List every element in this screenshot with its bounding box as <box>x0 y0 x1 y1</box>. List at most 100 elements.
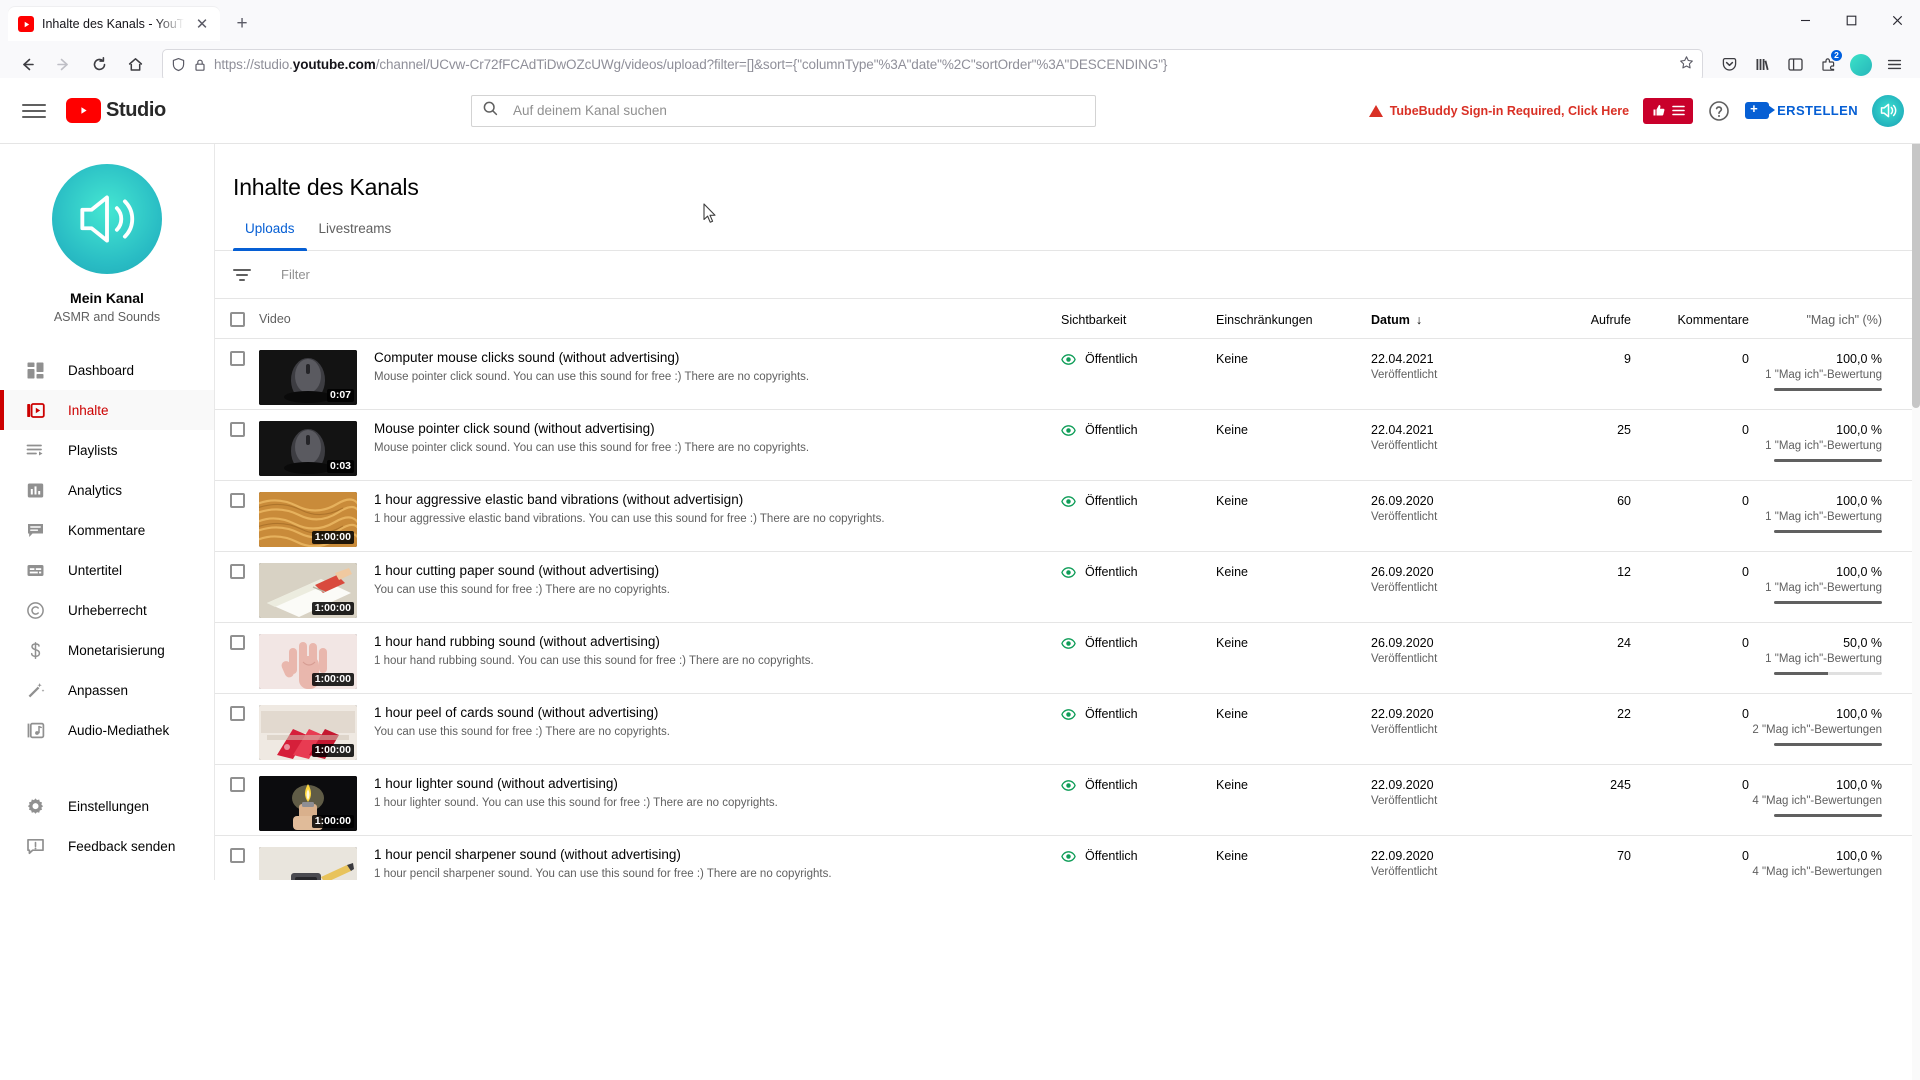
video-title[interactable]: 1 hour aggressive elastic band vibration… <box>374 492 1049 508</box>
column-header-likes[interactable]: "Mag ich" (%) <box>1749 311 1912 327</box>
library-icon[interactable] <box>1746 49 1778 81</box>
column-header-views[interactable]: Aufrufe <box>1511 311 1631 327</box>
sidebar-item-monetarisierung[interactable]: Monetarisierung <box>0 630 214 670</box>
video-thumbnail[interactable]: 0:03 <box>259 421 357 476</box>
address-bar[interactable]: https://studio.youtube.com/channel/UCvw-… <box>162 48 1703 81</box>
search-input[interactable]: Auf deinem Kanal suchen <box>471 94 1096 127</box>
video-title[interactable]: 1 hour cutting paper sound (without adve… <box>374 563 1049 579</box>
video-title[interactable]: Computer mouse clicks sound (without adv… <box>374 350 1049 366</box>
reload-button[interactable] <box>82 48 116 82</box>
table-row[interactable]: 1:00:01 1 hour pencil sharpener sound (w… <box>215 836 1912 880</box>
video-cell[interactable]: 1:00:00 1 hour aggressive elastic band v… <box>259 492 1061 547</box>
video-title[interactable]: 1 hour pencil sharpener sound (without a… <box>374 847 1049 863</box>
row-checkbox[interactable] <box>215 847 259 863</box>
menu-hamburger-icon[interactable] <box>22 99 46 123</box>
help-icon[interactable] <box>1707 99 1731 123</box>
video-cell[interactable]: 1:00:00 1 hour peel of cards sound (with… <box>259 705 1061 760</box>
pocket-icon[interactable] <box>1713 49 1745 81</box>
feedback-icon <box>24 835 46 857</box>
new-tab-button[interactable]: + <box>226 7 258 39</box>
browser-tab[interactable]: Inhalte des Kanals - YouTube St ✕ <box>8 7 220 41</box>
sidebar-item-dashboard[interactable]: Dashboard <box>0 350 214 390</box>
table-row[interactable]: 0:03 Mouse pointer click sound (without … <box>215 410 1912 481</box>
studio-header-actions: TubeBuddy Sign-in Required, Click Here E… <box>1368 94 1904 127</box>
publish-date: 22.04.2021 <box>1371 423 1434 437</box>
video-thumbnail[interactable]: 0:07 <box>259 350 357 405</box>
tubebuddy-button[interactable] <box>1643 97 1694 124</box>
maximize-button[interactable] <box>1828 2 1874 40</box>
back-button[interactable] <box>10 48 44 82</box>
sidebar-item-untertitel[interactable]: Untertitel <box>0 550 214 590</box>
tab-livestreams[interactable]: Livestreams <box>307 221 404 250</box>
account-icon[interactable] <box>1845 49 1877 81</box>
row-checkbox[interactable] <box>215 776 259 792</box>
table-row[interactable]: 1:00:00 1 hour cutting paper sound (with… <box>215 552 1912 623</box>
restrictions-cell: Keine <box>1216 494 1248 508</box>
table-row[interactable]: 1:00:00 1 hour lighter sound (without ad… <box>215 765 1912 836</box>
bookmark-star-icon[interactable] <box>1679 55 1694 75</box>
sidebar-item-kommentare[interactable]: Kommentare <box>0 510 214 550</box>
account-avatar[interactable] <box>1872 94 1904 127</box>
minimize-button[interactable] <box>1782 2 1828 40</box>
close-window-button[interactable] <box>1874 2 1920 40</box>
video-title[interactable]: Mouse pointer click sound (without adver… <box>374 421 1049 437</box>
likes-cell: 100,0 % 4 "Mag ich"-Bewertungen <box>1749 776 1912 817</box>
video-title[interactable]: 1 hour hand rubbing sound (without adver… <box>374 634 1049 650</box>
video-title[interactable]: 1 hour lighter sound (without advertisin… <box>374 776 1049 792</box>
video-cell[interactable]: 1:00:00 1 hour cutting paper sound (with… <box>259 563 1061 618</box>
channel-avatar[interactable] <box>52 164 162 274</box>
table-row[interactable]: 1:00:00 1 hour peel of cards sound (with… <box>215 694 1912 765</box>
tubebuddy-warning[interactable]: TubeBuddy Sign-in Required, Click Here <box>1368 104 1629 118</box>
lock-icon[interactable] <box>193 58 207 72</box>
table-row[interactable]: 1:00:00 1 hour aggressive elastic band v… <box>215 481 1912 552</box>
home-button[interactable] <box>118 48 152 82</box>
sidebar-toggle-icon[interactable] <box>1779 49 1811 81</box>
row-checkbox[interactable] <box>215 634 259 650</box>
tab-uploads[interactable]: Uploads <box>233 221 307 251</box>
video-cell[interactable]: 1:00:00 1 hour hand rubbing sound (witho… <box>259 634 1061 689</box>
video-thumbnail[interactable]: 1:00:00 <box>259 776 357 831</box>
sidebar-item-anpassen[interactable]: Anpassen <box>0 670 214 710</box>
row-checkbox[interactable] <box>215 705 259 721</box>
likes-percentage: 100,0 % <box>1836 849 1882 863</box>
video-thumbnail[interactable]: 1:00:00 <box>259 634 357 689</box>
video-cell[interactable]: 1:00:00 1 hour lighter sound (without ad… <box>259 776 1061 831</box>
sidebar-item-inhalte[interactable]: Inhalte <box>0 390 214 430</box>
video-thumbnail[interactable]: 1:00:01 <box>259 847 357 880</box>
visibility-cell: Öffentlich <box>1061 492 1216 509</box>
tab-close-icon[interactable]: ✕ <box>192 14 212 34</box>
video-cell[interactable]: 1:00:01 1 hour pencil sharpener sound (w… <box>259 847 1061 880</box>
create-button[interactable]: ERSTELLEN <box>1745 100 1858 119</box>
filter-icon[interactable] <box>233 268 251 281</box>
page-scrollbar[interactable] <box>1912 78 1920 1080</box>
video-cell[interactable]: 0:07 Computer mouse clicks sound (withou… <box>259 350 1061 405</box>
sidebar-item-analytics[interactable]: Analytics <box>0 470 214 510</box>
video-cell[interactable]: 0:03 Mouse pointer click sound (without … <box>259 421 1061 476</box>
studio-logo[interactable]: Studio <box>66 98 166 123</box>
video-thumbnail[interactable]: 1:00:00 <box>259 563 357 618</box>
table-row[interactable]: 0:07 Computer mouse clicks sound (withou… <box>215 339 1912 410</box>
column-header-comments[interactable]: Kommentare <box>1631 311 1749 327</box>
column-header-date[interactable]: Datum ↓ <box>1371 311 1511 327</box>
video-title[interactable]: 1 hour peel of cards sound (without adve… <box>374 705 1049 721</box>
row-checkbox[interactable] <box>215 492 259 508</box>
publish-status: Veröffentlicht <box>1371 369 1438 381</box>
browser-toolbar-actions: 2 <box>1713 49 1910 81</box>
table-row[interactable]: 1:00:00 1 hour hand rubbing sound (witho… <box>215 623 1912 694</box>
extensions-icon[interactable]: 2 <box>1812 49 1844 81</box>
sidebar-item-feedback[interactable]: Feedback senden <box>0 826 214 866</box>
row-checkbox[interactable] <box>215 421 259 437</box>
select-all-checkbox[interactable] <box>215 311 259 327</box>
row-checkbox[interactable] <box>215 350 259 366</box>
row-checkbox[interactable] <box>215 563 259 579</box>
sidebar-item-audio-mediathek[interactable]: Audio-Mediathek <box>0 710 214 750</box>
video-thumbnail[interactable]: 1:00:00 <box>259 492 357 547</box>
video-duration: 0:03 <box>326 460 354 473</box>
filter-input[interactable]: Filter <box>281 267 310 282</box>
video-thumbnail[interactable]: 1:00:00 <box>259 705 357 760</box>
shield-icon[interactable] <box>171 57 186 72</box>
sidebar-item-urheberrecht[interactable]: Urheberrecht <box>0 590 214 630</box>
sidebar-item-einstellungen[interactable]: Einstellungen <box>0 786 214 826</box>
sidebar-item-playlists[interactable]: Playlists <box>0 430 214 470</box>
app-menu-icon[interactable] <box>1878 49 1910 81</box>
